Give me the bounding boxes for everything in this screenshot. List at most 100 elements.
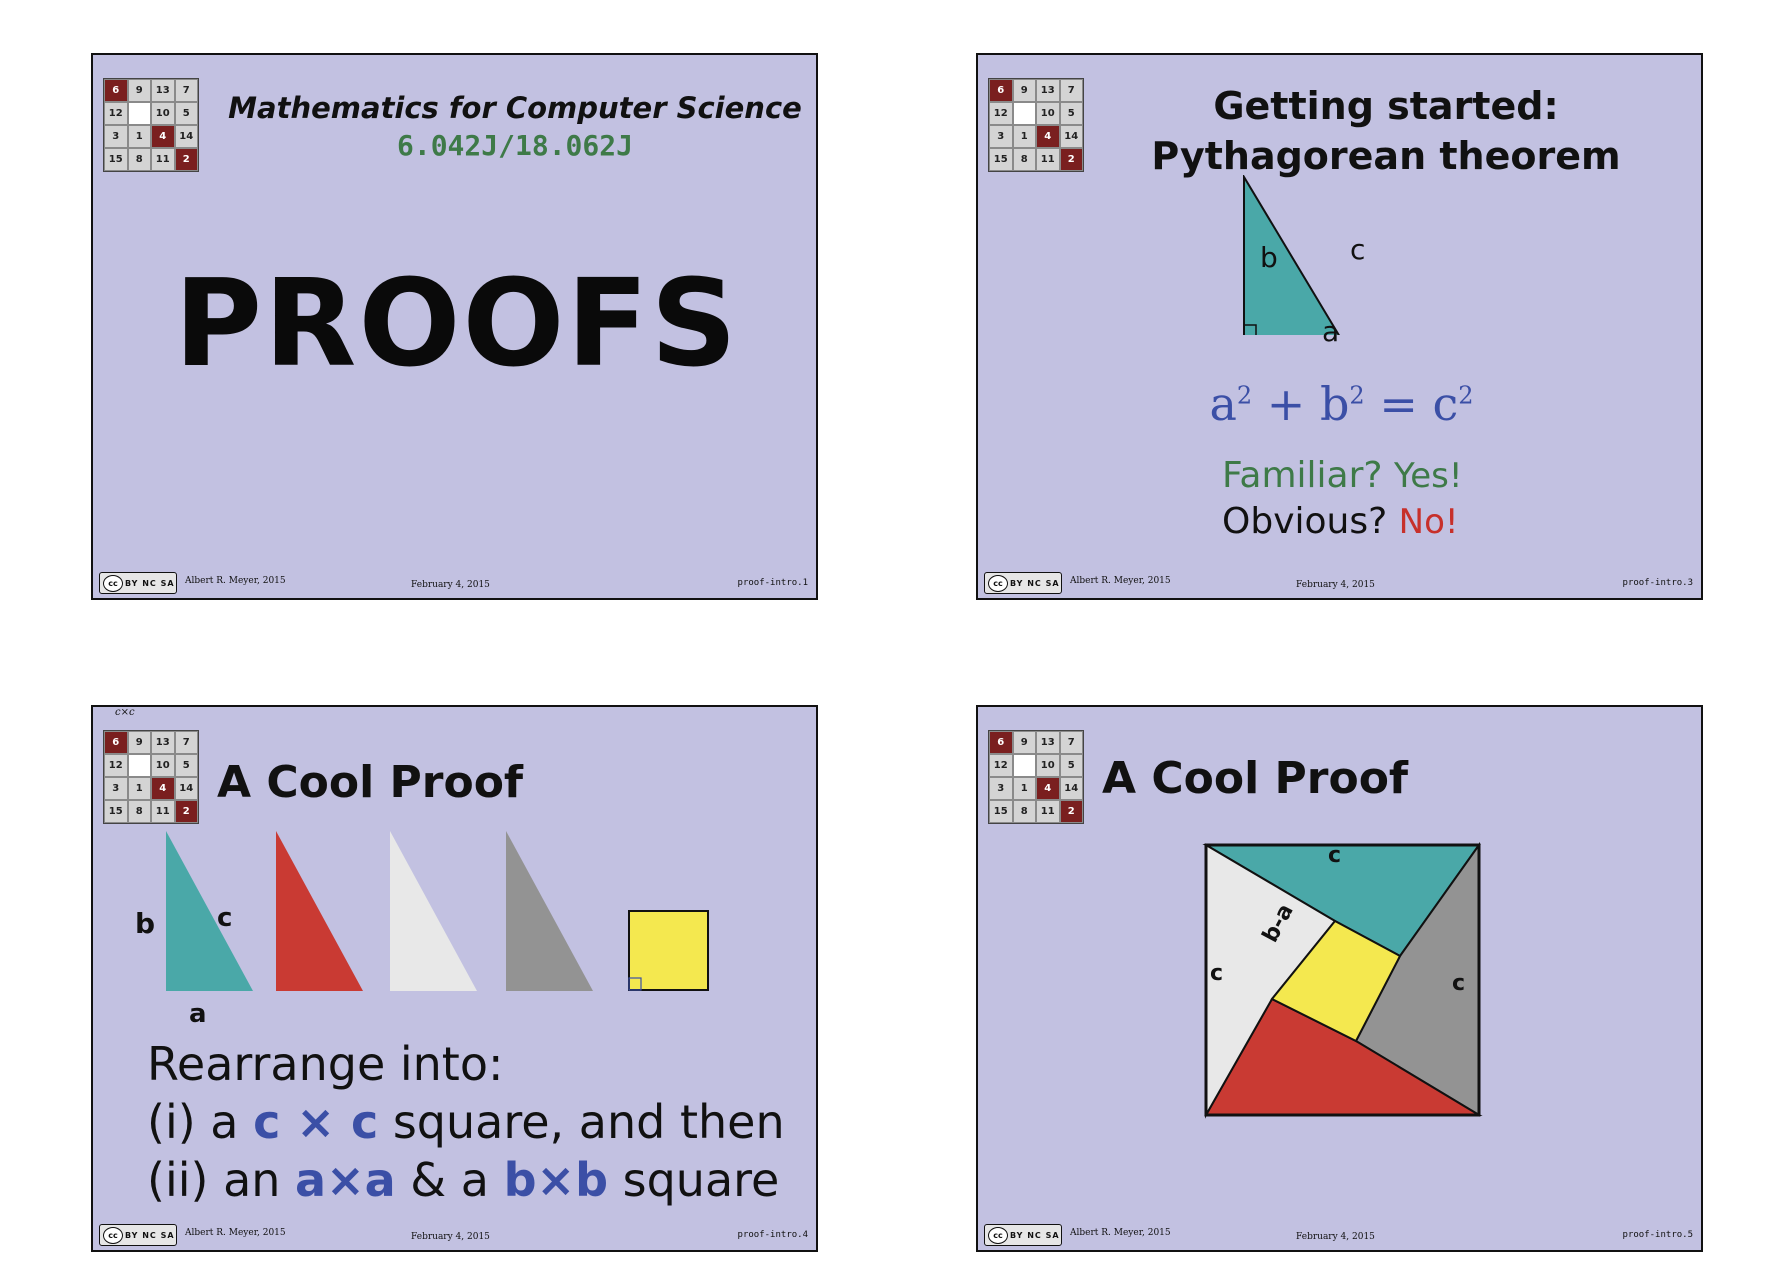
slide-cool-proof-square[interactable]: 6 9 13 7 12 10 5 3 1 4 14 15 8 11 2 A Cool Proof c c c… [976,705,1703,1252]
puzzle-tile: 5 [174,754,198,777]
label-c-right: c [1452,971,1466,996]
author-credit: Albert R. Meyer, 2015 [1070,1228,1171,1238]
puzzle-tile: 11 [1036,148,1060,171]
puzzle-tile: 1 [127,125,151,148]
slide-date: February 4, 2015 [1296,1232,1375,1242]
slide-number: proof-intro.5 [1622,1230,1693,1240]
author-credit: Albert R. Meyer, 2015 [185,576,286,586]
title-line-2: Pythagorean theorem [1151,134,1621,178]
triangle-light [390,831,477,991]
puzzle-tile: 15 [104,148,128,171]
obvious-question: Obvious? [1222,501,1388,542]
instructions: Rearrange into: (i) a c × c square, and … [147,1035,807,1209]
proof-pieces-diagram [166,831,709,991]
side-label-c: c [217,903,233,933]
slide-footer: cc BY NC SA Albert R. Meyer, 2015 Februar… [93,568,816,598]
puzzle-tile: 4 [1036,777,1060,800]
puzzle-tile: 3 [989,777,1013,800]
puzzle-tile: 4 [1036,125,1060,148]
slide-date: February 4, 2015 [411,1232,490,1242]
instruction-line-1: Rearrange into: [147,1037,504,1091]
slide-footer: cc BY NC SA Albert R. Meyer, 2015 Februar… [978,1220,1701,1250]
puzzle-tile: 2 [1059,148,1083,171]
puzzle-tile: 12 [989,754,1013,777]
side-label-b: b [1260,241,1278,274]
slide-cool-proof-pieces[interactable]: c×c 6 9 13 7 12 10 5 3 1 4 14 15 8 11 2 A Cool Proof b… [91,705,818,1252]
puzzle-tile: 15 [989,800,1013,823]
puzzle-tile: 6 [989,79,1013,102]
label-c-left: c [1210,961,1224,986]
puzzle-tile: 1 [127,777,151,800]
puzzle-tile: 4 [151,125,175,148]
triangle-red [276,831,363,991]
puzzle-tile [1012,102,1036,125]
puzzle-tile: 7 [174,79,198,102]
puzzle-tile: 12 [104,102,128,125]
puzzle-tile: 11 [151,800,175,823]
puzzle-tile: 7 [174,731,198,754]
puzzle-tile: 1 [1012,125,1036,148]
familiar-answer: Yes! [1393,456,1463,496]
puzzle-tile: 10 [151,102,175,125]
slide-date: February 4, 2015 [1296,580,1375,590]
puzzle-tile: 2 [1059,800,1083,823]
puzzle-logo-icon: 6 9 13 7 12 10 5 3 1 4 14 15 8 11 2 [988,78,1084,172]
side-label-a: a [1322,315,1340,348]
course-title: Mathematics for Computer Science [228,91,802,125]
slide-number: proof-intro.4 [737,1230,808,1240]
puzzle-tile: 9 [127,731,151,754]
creative-commons-icon: cc BY NC SA [984,572,1062,594]
puzzle-tile: 14 [1059,777,1083,800]
puzzle-tile: 15 [104,800,128,823]
puzzle-tile: 12 [104,754,128,777]
puzzle-tile [1012,754,1036,777]
puzzle-tile: 9 [1012,731,1036,754]
main-title: PROOFS [174,255,739,394]
puzzle-tile: 3 [104,125,128,148]
slide-proofs-title[interactable]: 6 9 13 7 12 10 5 3 1 4 14 15 8 11 2 Mathematics for Co… [91,53,818,600]
puzzle-tile: 12 [989,102,1013,125]
triangle-teal [166,831,253,991]
slide-title: A Cool Proof [217,757,524,808]
puzzle-tile: 2 [174,800,198,823]
puzzle-tile: 10 [151,754,175,777]
triangle-shape [1243,175,1340,335]
creative-commons-icon: cc BY NC SA [99,1224,177,1246]
puzzle-tile: 13 [1036,731,1060,754]
puzzle-logo-icon: 6 9 13 7 12 10 5 3 1 4 14 15 8 11 2 [103,730,199,824]
puzzle-tile: 6 [104,731,128,754]
puzzle-tile: 10 [1036,102,1060,125]
puzzle-tile: 6 [104,79,128,102]
creative-commons-icon: cc BY NC SA [984,1224,1062,1246]
side-label-c: c [1350,233,1366,266]
puzzle-tile [127,102,151,125]
puzzle-tile: 3 [989,125,1013,148]
slide-number: proof-intro.3 [1622,578,1693,588]
slide-number: proof-intro.1 [737,578,808,588]
puzzle-tile: 2 [174,148,198,171]
slide-footer: cc BY NC SA Albert R. Meyer, 2015 Februar… [978,568,1701,598]
side-label-b: b [135,907,156,940]
familiar-line: Familiar? Yes! [1222,455,1462,496]
puzzle-tile: 13 [1036,79,1060,102]
slide-date: February 4, 2015 [411,580,490,590]
slide-pythagorean[interactable]: 6 9 13 7 12 10 5 3 1 4 14 15 8 11 2 Getting started: P… [976,53,1703,600]
slide-title: A Cool Proof [1102,753,1409,804]
puzzle-logo-icon: 6 9 13 7 12 10 5 3 1 4 14 15 8 11 2 [988,730,1084,824]
familiar-question: Familiar? [1222,455,1383,496]
puzzle-tile: 8 [1012,148,1036,171]
puzzle-tile: 6 [989,731,1013,754]
creative-commons-icon: cc BY NC SA [99,572,177,594]
label-c-top: c [1328,843,1342,868]
puzzle-tile [127,754,151,777]
puzzle-tile: 8 [1012,800,1036,823]
puzzle-tile: 11 [151,148,175,171]
puzzle-tile: 10 [1036,754,1060,777]
puzzle-tile: 5 [1059,102,1083,125]
puzzle-tile: 9 [1012,79,1036,102]
puzzle-tile: 5 [1059,754,1083,777]
puzzle-tile: 8 [127,148,151,171]
slide-footer: cc BY NC SA Albert R. Meyer, 2015 Februar… [93,1220,816,1250]
side-label-a: a [189,999,207,1029]
puzzle-tile: 4 [151,777,175,800]
